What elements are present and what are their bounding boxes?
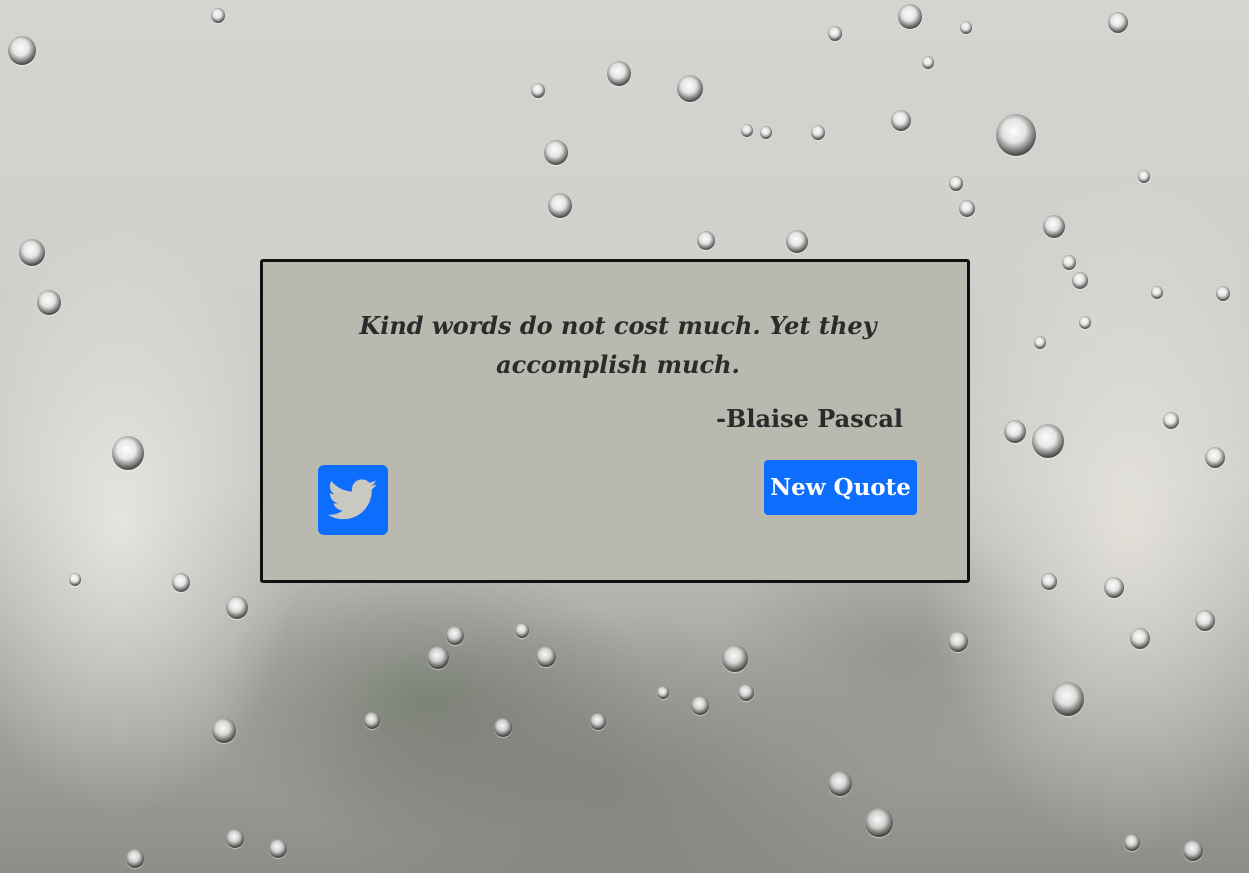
raindrop bbox=[1216, 286, 1230, 301]
raindrop bbox=[1043, 215, 1065, 239]
raindrop bbox=[536, 646, 556, 667]
raindrop bbox=[226, 596, 248, 620]
raindrop bbox=[1072, 272, 1088, 289]
raindrop bbox=[657, 686, 669, 699]
raindrop bbox=[126, 849, 144, 868]
raindrop bbox=[960, 21, 972, 34]
tweet-quote-button[interactable] bbox=[318, 465, 388, 535]
raindrop bbox=[515, 623, 529, 638]
raindrop bbox=[19, 239, 45, 267]
raindrop bbox=[948, 631, 968, 652]
raindrop bbox=[1151, 286, 1163, 299]
twitter-icon bbox=[328, 479, 378, 521]
raindrop bbox=[996, 114, 1036, 156]
new-quote-button[interactable]: New Quote bbox=[764, 460, 917, 515]
raindrop bbox=[1004, 420, 1026, 444]
raindrop bbox=[211, 8, 225, 23]
raindrop bbox=[1124, 834, 1140, 851]
raindrop bbox=[1205, 447, 1225, 468]
raindrop bbox=[37, 290, 61, 316]
raindrop bbox=[1062, 255, 1076, 270]
raindrop bbox=[607, 61, 631, 87]
raindrop bbox=[1079, 316, 1091, 329]
raindrop bbox=[494, 718, 512, 737]
raindrop bbox=[828, 771, 852, 797]
raindrop bbox=[446, 626, 464, 645]
raindrop bbox=[8, 36, 36, 66]
raindrop bbox=[828, 26, 842, 41]
raindrop bbox=[1130, 628, 1150, 649]
raindrop bbox=[760, 126, 772, 139]
raindrop bbox=[738, 684, 754, 701]
raindrop bbox=[891, 110, 911, 131]
raindrop bbox=[1138, 170, 1150, 183]
raindrop bbox=[69, 573, 81, 586]
raindrop bbox=[922, 56, 934, 69]
raindrop bbox=[1195, 610, 1215, 631]
raindrop bbox=[691, 696, 709, 715]
raindrop bbox=[172, 573, 190, 592]
raindrop bbox=[590, 713, 606, 730]
quote-author: -Blaise Pascal bbox=[716, 404, 903, 433]
raindrop bbox=[1041, 573, 1057, 590]
raindrop bbox=[722, 645, 748, 673]
raindrop bbox=[949, 176, 963, 191]
raindrop bbox=[697, 231, 715, 250]
raindrop bbox=[1034, 336, 1046, 349]
raindrop bbox=[741, 124, 753, 137]
raindrop bbox=[531, 83, 545, 98]
quote-box: Kind words do not cost much. Yet they ac… bbox=[260, 259, 970, 583]
raindrop bbox=[865, 808, 893, 838]
raindrop bbox=[786, 230, 808, 254]
raindrop bbox=[1108, 12, 1128, 33]
raindrop bbox=[364, 712, 380, 729]
raindrop bbox=[548, 193, 572, 219]
raindrop bbox=[226, 829, 244, 848]
raindrop bbox=[1183, 840, 1203, 861]
raindrop bbox=[269, 839, 287, 858]
raindrop bbox=[544, 140, 568, 166]
raindrop bbox=[1104, 577, 1124, 598]
raindrop bbox=[1052, 682, 1084, 716]
raindrop bbox=[212, 718, 236, 744]
raindrop bbox=[1163, 412, 1179, 429]
raindrop bbox=[811, 125, 825, 140]
raindrop bbox=[959, 200, 975, 217]
raindrop bbox=[677, 75, 703, 103]
raindrop bbox=[1032, 424, 1064, 458]
raindrop bbox=[112, 436, 144, 470]
raindrop bbox=[898, 4, 922, 30]
raindrop bbox=[427, 646, 449, 670]
quote-text: Kind words do not cost much. Yet they ac… bbox=[359, 311, 877, 379]
